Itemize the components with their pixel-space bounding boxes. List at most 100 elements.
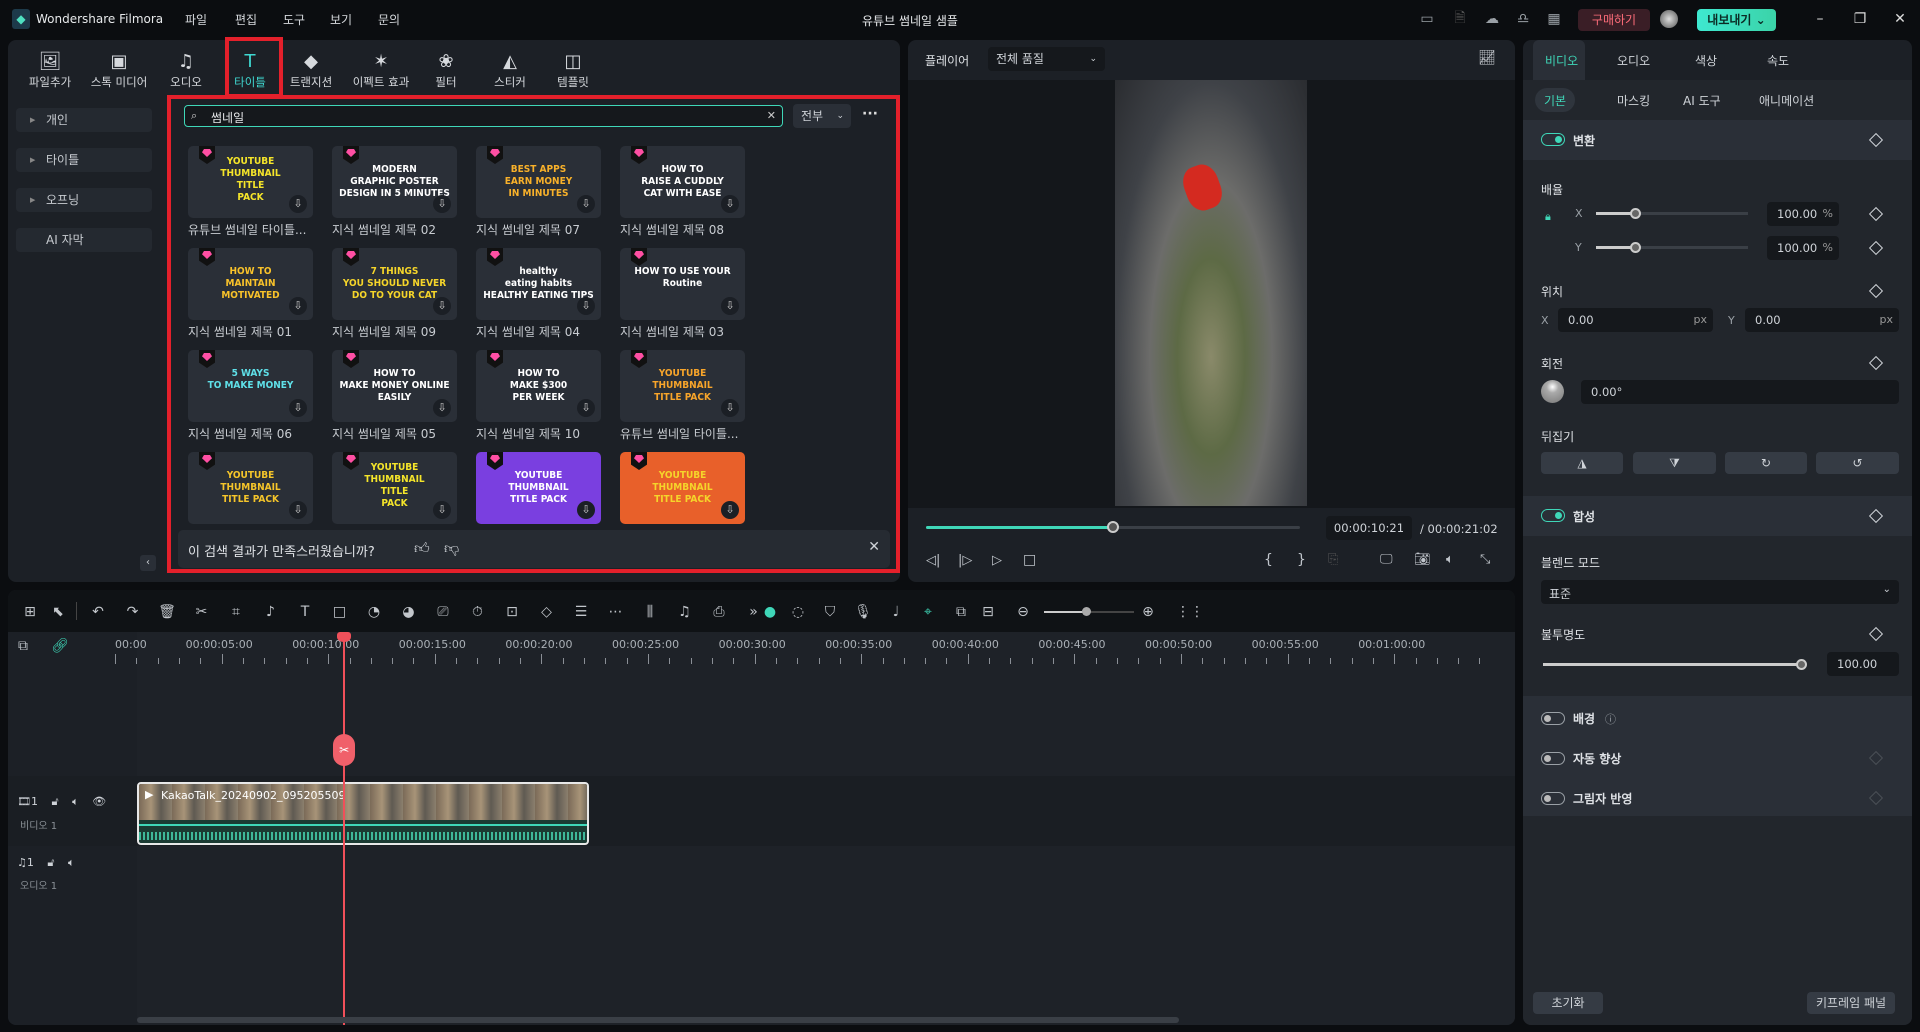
tab-music[interactable]: ♫ 오디오 <box>155 50 217 96</box>
keyframe-icon[interactable]: ◇ <box>537 602 557 622</box>
title-template-card[interactable]: BEST APPS EARN MONEY IN MINUTES ⇩ <box>476 146 601 218</box>
video-clip[interactable]: ▶ KakaoTalk_20240902_095205509 <box>137 782 589 845</box>
minimize-icon[interactable]: – <box>1811 10 1829 28</box>
keyframe-panel-button[interactable]: 키프레임 패널 <box>1807 992 1895 1014</box>
title-template-card[interactable]: HOW TO MAINTAIN MOTIVATED ⇩ <box>188 248 313 320</box>
headset-icon[interactable]: ♎ <box>1514 10 1532 28</box>
ducking-icon[interactable]: ♫ <box>675 602 695 622</box>
transform-toggle[interactable] <box>1541 133 1565 146</box>
audio-wave-icon[interactable]: ⫼ <box>640 602 660 622</box>
keyframe-diamond-icon[interactable] <box>1868 508 1884 524</box>
rotate-input[interactable]: 0.00° <box>1581 380 1899 404</box>
tab-transition[interactable]: ◆ 트랜지션 <box>280 50 342 96</box>
redo-icon[interactable]: ↷ <box>123 602 143 622</box>
opacity-handle[interactable] <box>1796 659 1807 670</box>
mark-out-icon[interactable]: } <box>1297 552 1306 568</box>
download-icon[interactable]: ⇩ <box>433 297 451 315</box>
keyframe-diamond-icon[interactable] <box>1868 132 1884 148</box>
layout-icon[interactable]: ⋮⋮ <box>1176 602 1204 622</box>
tab-color[interactable]: 색상 <box>1695 52 1717 69</box>
title-template-card[interactable]: 7 THINGS YOU SHOULD NEVER DO TO YOUR CAT ⇩ <box>332 248 457 320</box>
progress-track[interactable] <box>926 521 1300 533</box>
close-icon[interactable]: ✕ <box>1891 10 1909 28</box>
zoom-out-icon[interactable]: ⊖ <box>1013 602 1033 622</box>
display-icon[interactable]: 🖵 <box>1380 552 1393 567</box>
help-icon[interactable]: ⓘ <box>1605 711 1616 727</box>
music-beat-icon[interactable]: ♩ <box>886 602 906 622</box>
horizontal-scrollbar[interactable] <box>137 1017 1179 1023</box>
download-icon[interactable]: ⇩ <box>721 195 739 213</box>
timer-icon[interactable]: ⏱ <box>468 602 488 622</box>
reframe-icon[interactable]: ⊡ <box>502 602 522 622</box>
tab-audio[interactable]: 오디오 <box>1617 52 1650 69</box>
title-template-card[interactable]: YOUTUBE THUMBNAIL TITLE PACK ⇩ <box>188 146 313 218</box>
snap-icon[interactable]: ⌖ <box>918 602 938 622</box>
apps-grid-icon[interactable]: ▦ <box>1545 10 1563 28</box>
scale-y-slider[interactable] <box>1596 242 1748 253</box>
adjust-icon[interactable]: ☰ <box>571 602 591 622</box>
eye-icon[interactable]: 👁︎ <box>92 795 106 808</box>
tab-stock-media[interactable]: ▣ 스톡 미디어 <box>88 50 150 96</box>
title-template-card[interactable]: HOW TO RAISE A CUDDLY CAT WITH EASE ⇩ <box>620 146 745 218</box>
thumbs-up-icon[interactable]: 👍︎ <box>414 539 430 558</box>
scopes-icon[interactable]: 📈︎ <box>1478 50 1496 66</box>
rotate-cw-button[interactable]: ↻ <box>1725 452 1807 474</box>
zoom-in-icon[interactable]: ⊕ <box>1138 602 1158 622</box>
download-icon[interactable]: ⇩ <box>577 501 595 519</box>
clear-search-icon[interactable]: ✕ <box>767 109 776 122</box>
opacity-slider[interactable] <box>1543 659 1807 670</box>
subtab-ai-tools[interactable]: AI 도구 <box>1683 92 1721 109</box>
toggle-switch[interactable] <box>1541 712 1565 725</box>
prev-frame-icon[interactable]: ◁| <box>926 553 940 568</box>
tab-template[interactable]: ◫ 템플릿 <box>542 50 604 96</box>
sidebar-item[interactable]: ▶ 오프닝 <box>16 188 152 212</box>
more-options-icon[interactable]: ··· <box>862 106 878 122</box>
menu-view[interactable]: 보기 <box>330 11 352 28</box>
marker-icon[interactable]: ⛉ <box>820 602 840 622</box>
next-frame-icon[interactable]: |▷ <box>958 553 972 568</box>
download-icon[interactable]: ⇩ <box>289 195 307 213</box>
tab-speed[interactable]: 속도 <box>1767 52 1789 69</box>
shape-icon[interactable]: □ <box>330 602 350 622</box>
download-icon[interactable]: ⇩ <box>577 195 595 213</box>
record-icon[interactable]: 🎙︎ <box>853 602 873 622</box>
flip-vertical-button[interactable]: ⧩ <box>1633 452 1716 474</box>
title-template-card[interactable]: YOUTUBE THUMBNAIL TITLE PACK ⇩ <box>332 452 457 524</box>
composite-toggle[interactable] <box>1541 509 1565 522</box>
title-template-card[interactable]: MODERN GRAPHIC POSTER DESIGN IN 5 MINUTES ⇩ <box>332 146 457 218</box>
audio-detach-icon[interactable]: ♪ <box>261 602 281 622</box>
delete-icon[interactable]: 🗑︎ <box>157 602 177 622</box>
thumbs-down-icon[interactable]: 👎︎ <box>444 539 459 558</box>
tts-icon[interactable]: ⎙ <box>709 602 729 622</box>
mark-in-icon[interactable]: { <box>1264 552 1273 568</box>
avatar[interactable] <box>1660 10 1678 28</box>
volume-icon[interactable]: 🔈︎ <box>1446 552 1454 567</box>
blend-mode-dropdown[interactable]: 표준 ⌄ <box>1541 580 1899 604</box>
layout-icon[interactable]: ▭ <box>1418 10 1436 28</box>
render-icon[interactable]: ◌ <box>788 602 808 622</box>
snapshot-icon[interactable]: 📷︎ <box>1414 552 1431 567</box>
tab-filter[interactable]: ❀ 필터 <box>415 50 477 96</box>
cloud-upload-icon[interactable]: ☁ <box>1483 10 1501 28</box>
title-template-card[interactable]: 5 WAYS TO MAKE MONEY ⇩ <box>188 350 313 422</box>
download-icon[interactable]: ⇩ <box>433 399 451 417</box>
zoom-handle[interactable] <box>1082 607 1091 616</box>
playhead[interactable]: ✂ <box>333 632 356 1025</box>
toggle-switch[interactable] <box>1541 752 1565 765</box>
scale-y-input[interactable]: 100.00% <box>1767 236 1839 260</box>
mask-icon[interactable]: ⎚ <box>433 602 453 622</box>
download-icon[interactable]: ⇩ <box>289 501 307 519</box>
lock-icon[interactable]: 🔓︎ <box>51 795 58 808</box>
rotate-dial[interactable] <box>1541 380 1564 403</box>
close-feedback-icon[interactable]: ✕ <box>868 539 880 555</box>
cut-icon[interactable]: ✂ <box>192 602 212 622</box>
progress-handle[interactable] <box>1107 521 1119 533</box>
download-icon[interactable]: ⇩ <box>721 399 739 417</box>
search-value[interactable]: 썸네일 <box>211 109 244 126</box>
download-icon[interactable]: ⇩ <box>289 297 307 315</box>
download-icon[interactable]: ⇩ <box>721 501 739 519</box>
undo-icon[interactable]: ↶ <box>88 602 108 622</box>
download-icon[interactable]: ⇩ <box>433 501 451 519</box>
quality-dropdown[interactable]: 전체 품질 ⌄ <box>988 47 1105 71</box>
zoom-slider[interactable] <box>1044 607 1134 616</box>
